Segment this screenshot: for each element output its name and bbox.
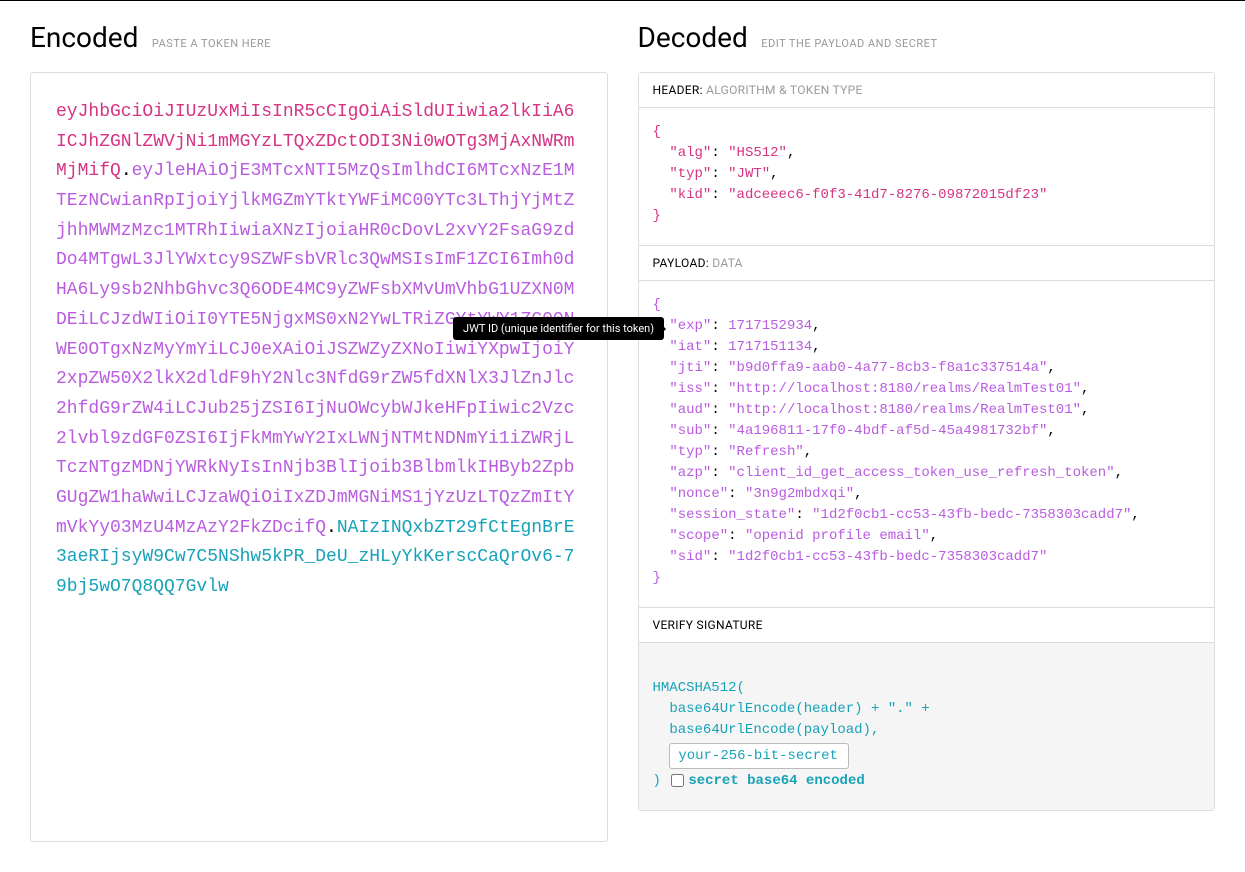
decoded-header: Decoded EDIT THE PAYLOAD AND SECRET — [638, 21, 1216, 54]
secret-input[interactable] — [669, 743, 849, 769]
signature-section-title: VERIFY SIGNATURE — [639, 607, 1215, 643]
signature-body: HMACSHA512( base64UrlEncode(header) + ".… — [639, 643, 1215, 810]
payload-json-editor[interactable]: { "exp": 1717152934, "iat": 1717151134, … — [639, 281, 1215, 607]
header-section-title: HEADER: ALGORITHM & TOKEN TYPE — [639, 73, 1215, 108]
encoded-title: Encoded — [30, 21, 138, 54]
encoded-token-input[interactable]: eyJhbGciOiJIUzUxMiIsInR5cCIgOiAiSldUIiwi… — [30, 72, 608, 842]
decoded-subtitle: EDIT THE PAYLOAD AND SECRET — [761, 37, 937, 50]
payload-section-title: PAYLOAD: DATA — [639, 245, 1215, 281]
token-payload-part: eyJleHAiOjE3MTcxNTI5MzQsImlhdCI6MTcxNzE1… — [56, 161, 575, 537]
encoded-subtitle: PASTE A TOKEN HERE — [152, 37, 271, 50]
encoded-panel: Encoded PASTE A TOKEN HERE eyJhbGciOiJIU… — [0, 1, 623, 862]
secret-base64-label: secret base64 encoded — [688, 773, 864, 789]
decoded-panel: Decoded EDIT THE PAYLOAD AND SECRET HEAD… — [623, 1, 1245, 862]
decoded-title: Decoded — [638, 21, 748, 54]
secret-base64-checkbox[interactable] — [671, 774, 684, 787]
header-json-editor[interactable]: { "alg": "HS512", "typ": "JWT", "kid": "… — [639, 108, 1215, 245]
jti-tooltip: JWT ID (unique identifier for this token… — [453, 317, 664, 340]
encoded-header: Encoded PASTE A TOKEN HERE — [30, 21, 608, 54]
